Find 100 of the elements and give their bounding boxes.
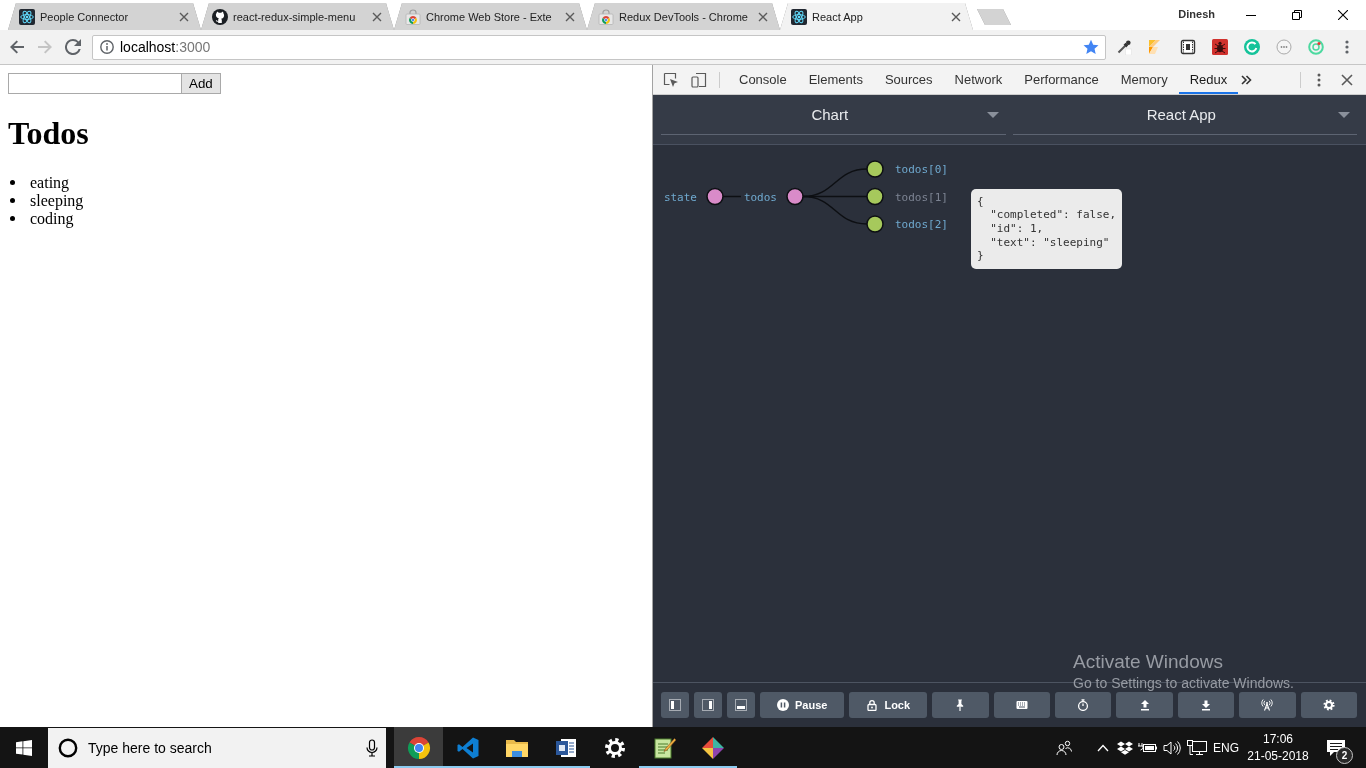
eyedropper-icon[interactable] xyxy=(1116,39,1132,55)
kebab-menu-icon[interactable] xyxy=(1345,39,1349,55)
stacked-diamonds-icon[interactable] xyxy=(1117,740,1133,755)
search-field[interactable]: Type here to search xyxy=(48,728,386,768)
info-icon[interactable] xyxy=(100,40,114,54)
keyboard-button[interactable] xyxy=(993,692,1050,718)
lock-button[interactable]: Lock xyxy=(849,692,928,718)
tree-node[interactable] xyxy=(866,215,884,233)
ring-icon xyxy=(58,738,78,758)
network-icon[interactable] xyxy=(1187,739,1207,756)
caret-icon xyxy=(1338,111,1350,118)
browser-tab[interactable]: Redux DevTools - Chrome xyxy=(587,3,780,30)
address-bar[interactable]: localhost:3000 xyxy=(92,34,1106,60)
text-input[interactable] xyxy=(8,73,181,94)
timer-button[interactable] xyxy=(1054,692,1112,718)
close-icon[interactable] xyxy=(1341,73,1353,86)
microphone-icon[interactable] xyxy=(366,739,378,757)
activation-title: Activate Windows xyxy=(1073,650,1224,674)
url-text: localhost:3000 xyxy=(120,39,212,55)
node-label: todos[1] xyxy=(895,190,948,204)
settings-button[interactable] xyxy=(1300,692,1357,718)
browser-icon xyxy=(406,735,431,760)
target-ring-icon[interactable] xyxy=(1308,39,1324,55)
search-input[interactable]: Type here to search xyxy=(88,740,356,756)
kebab-menu-icon[interactable] xyxy=(1317,72,1321,87)
activation-text: Go to Settings to activate Windows. xyxy=(1073,674,1294,693)
tree-node[interactable] xyxy=(786,187,804,206)
page-heading: Todos xyxy=(8,115,90,153)
dock-bottom-button[interactable] xyxy=(727,692,755,718)
dock-right-button[interactable] xyxy=(694,692,722,718)
dock-left-button[interactable] xyxy=(661,692,689,718)
close-tab-icon[interactable] xyxy=(758,11,768,22)
volume-icon[interactable] xyxy=(1163,739,1181,756)
node-tooltip: { "completed": false, "id": 1, "text": "sleeping" } xyxy=(970,188,1123,269)
device-toolbar-icon[interactable] xyxy=(691,71,707,88)
chevron-up-icon[interactable] xyxy=(1097,743,1109,752)
devtools-tab[interactable]: Network xyxy=(943,65,1014,94)
restore-icon[interactable] xyxy=(1292,10,1302,20)
diamond-icon xyxy=(700,735,725,760)
profile-button[interactable]: Dinesh xyxy=(1178,8,1215,20)
devtools-tab[interactable]: Memory xyxy=(1109,65,1179,94)
inspect-icon[interactable] xyxy=(663,71,679,88)
atom-icon xyxy=(19,8,35,25)
clock-date: 21-05-2018 xyxy=(1247,747,1309,765)
tree-node[interactable] xyxy=(866,160,884,178)
pin-button[interactable] xyxy=(932,692,989,718)
taskbar-app-button[interactable] xyxy=(394,727,443,768)
node-label: todos[2] xyxy=(895,218,948,231)
devtools-tab[interactable]: Sources xyxy=(873,65,944,94)
notification-count: 2 xyxy=(1336,747,1353,764)
cat-silhouette-icon xyxy=(212,8,228,25)
close-icon[interactable] xyxy=(1338,10,1348,20)
node-label: todos[0] xyxy=(895,163,948,176)
close-tab-icon[interactable] xyxy=(565,11,575,22)
reload-icon[interactable] xyxy=(65,39,81,55)
devtools-tab[interactable]: Performance xyxy=(1013,65,1110,94)
add-button[interactable]: Add xyxy=(181,73,221,94)
tree-node[interactable] xyxy=(866,187,884,206)
remote-button[interactable] xyxy=(1239,692,1296,718)
node-label: state xyxy=(663,190,697,204)
code-editor-icon xyxy=(455,735,480,760)
monitor-dropdown[interactable]: Chart xyxy=(661,95,1006,135)
shopping-bag-icon xyxy=(598,8,614,25)
bug-icon[interactable] xyxy=(1212,39,1228,55)
shopping-bag-icon xyxy=(405,8,421,25)
notepad-icon xyxy=(651,735,676,760)
lock-icon xyxy=(866,699,879,711)
bookmark-star-icon[interactable] xyxy=(1083,39,1099,55)
windows-logo-icon xyxy=(16,739,32,756)
browser-tab[interactable]: react-redux-simple-menu xyxy=(201,3,394,30)
bullet-icon xyxy=(10,198,15,204)
devtools-tab[interactable]: Console xyxy=(728,65,798,94)
instance-dropdown[interactable]: React App xyxy=(1012,95,1357,135)
back-icon[interactable] xyxy=(9,39,25,55)
people-icon[interactable] xyxy=(1056,739,1072,756)
close-tab-icon[interactable] xyxy=(179,11,189,22)
download-button[interactable] xyxy=(1177,692,1235,718)
close-tab-icon[interactable] xyxy=(951,11,961,22)
tree-node[interactable] xyxy=(706,187,724,206)
pause-button[interactable]: Pause xyxy=(760,692,845,718)
panel-right-icon xyxy=(702,699,714,711)
browser-tab[interactable]: Chrome Web Store - Exte xyxy=(394,3,587,30)
node-label: todos xyxy=(743,190,777,204)
double-chevron-icon[interactable] xyxy=(1240,73,1253,86)
clock-time: 17:06 xyxy=(1263,730,1293,748)
browser-tab[interactable]: People Connector xyxy=(8,3,201,30)
film-frame-icon[interactable] xyxy=(1180,39,1196,55)
atom-icon xyxy=(791,8,807,25)
upload-icon xyxy=(1138,699,1151,711)
gear-icon xyxy=(602,735,627,760)
panel-left-icon xyxy=(669,699,681,711)
pause-icon xyxy=(777,699,789,711)
devtools-tab[interactable]: Elements xyxy=(797,65,874,94)
panel-bottom-icon xyxy=(735,699,747,711)
battery-icon[interactable] xyxy=(1138,740,1158,755)
close-tab-icon[interactable] xyxy=(372,11,382,22)
bullet-icon xyxy=(10,216,15,222)
antenna-icon xyxy=(1261,699,1274,711)
browser-tab[interactable]: React App xyxy=(780,3,973,30)
language-indicator[interactable]: ENG xyxy=(1213,740,1239,755)
